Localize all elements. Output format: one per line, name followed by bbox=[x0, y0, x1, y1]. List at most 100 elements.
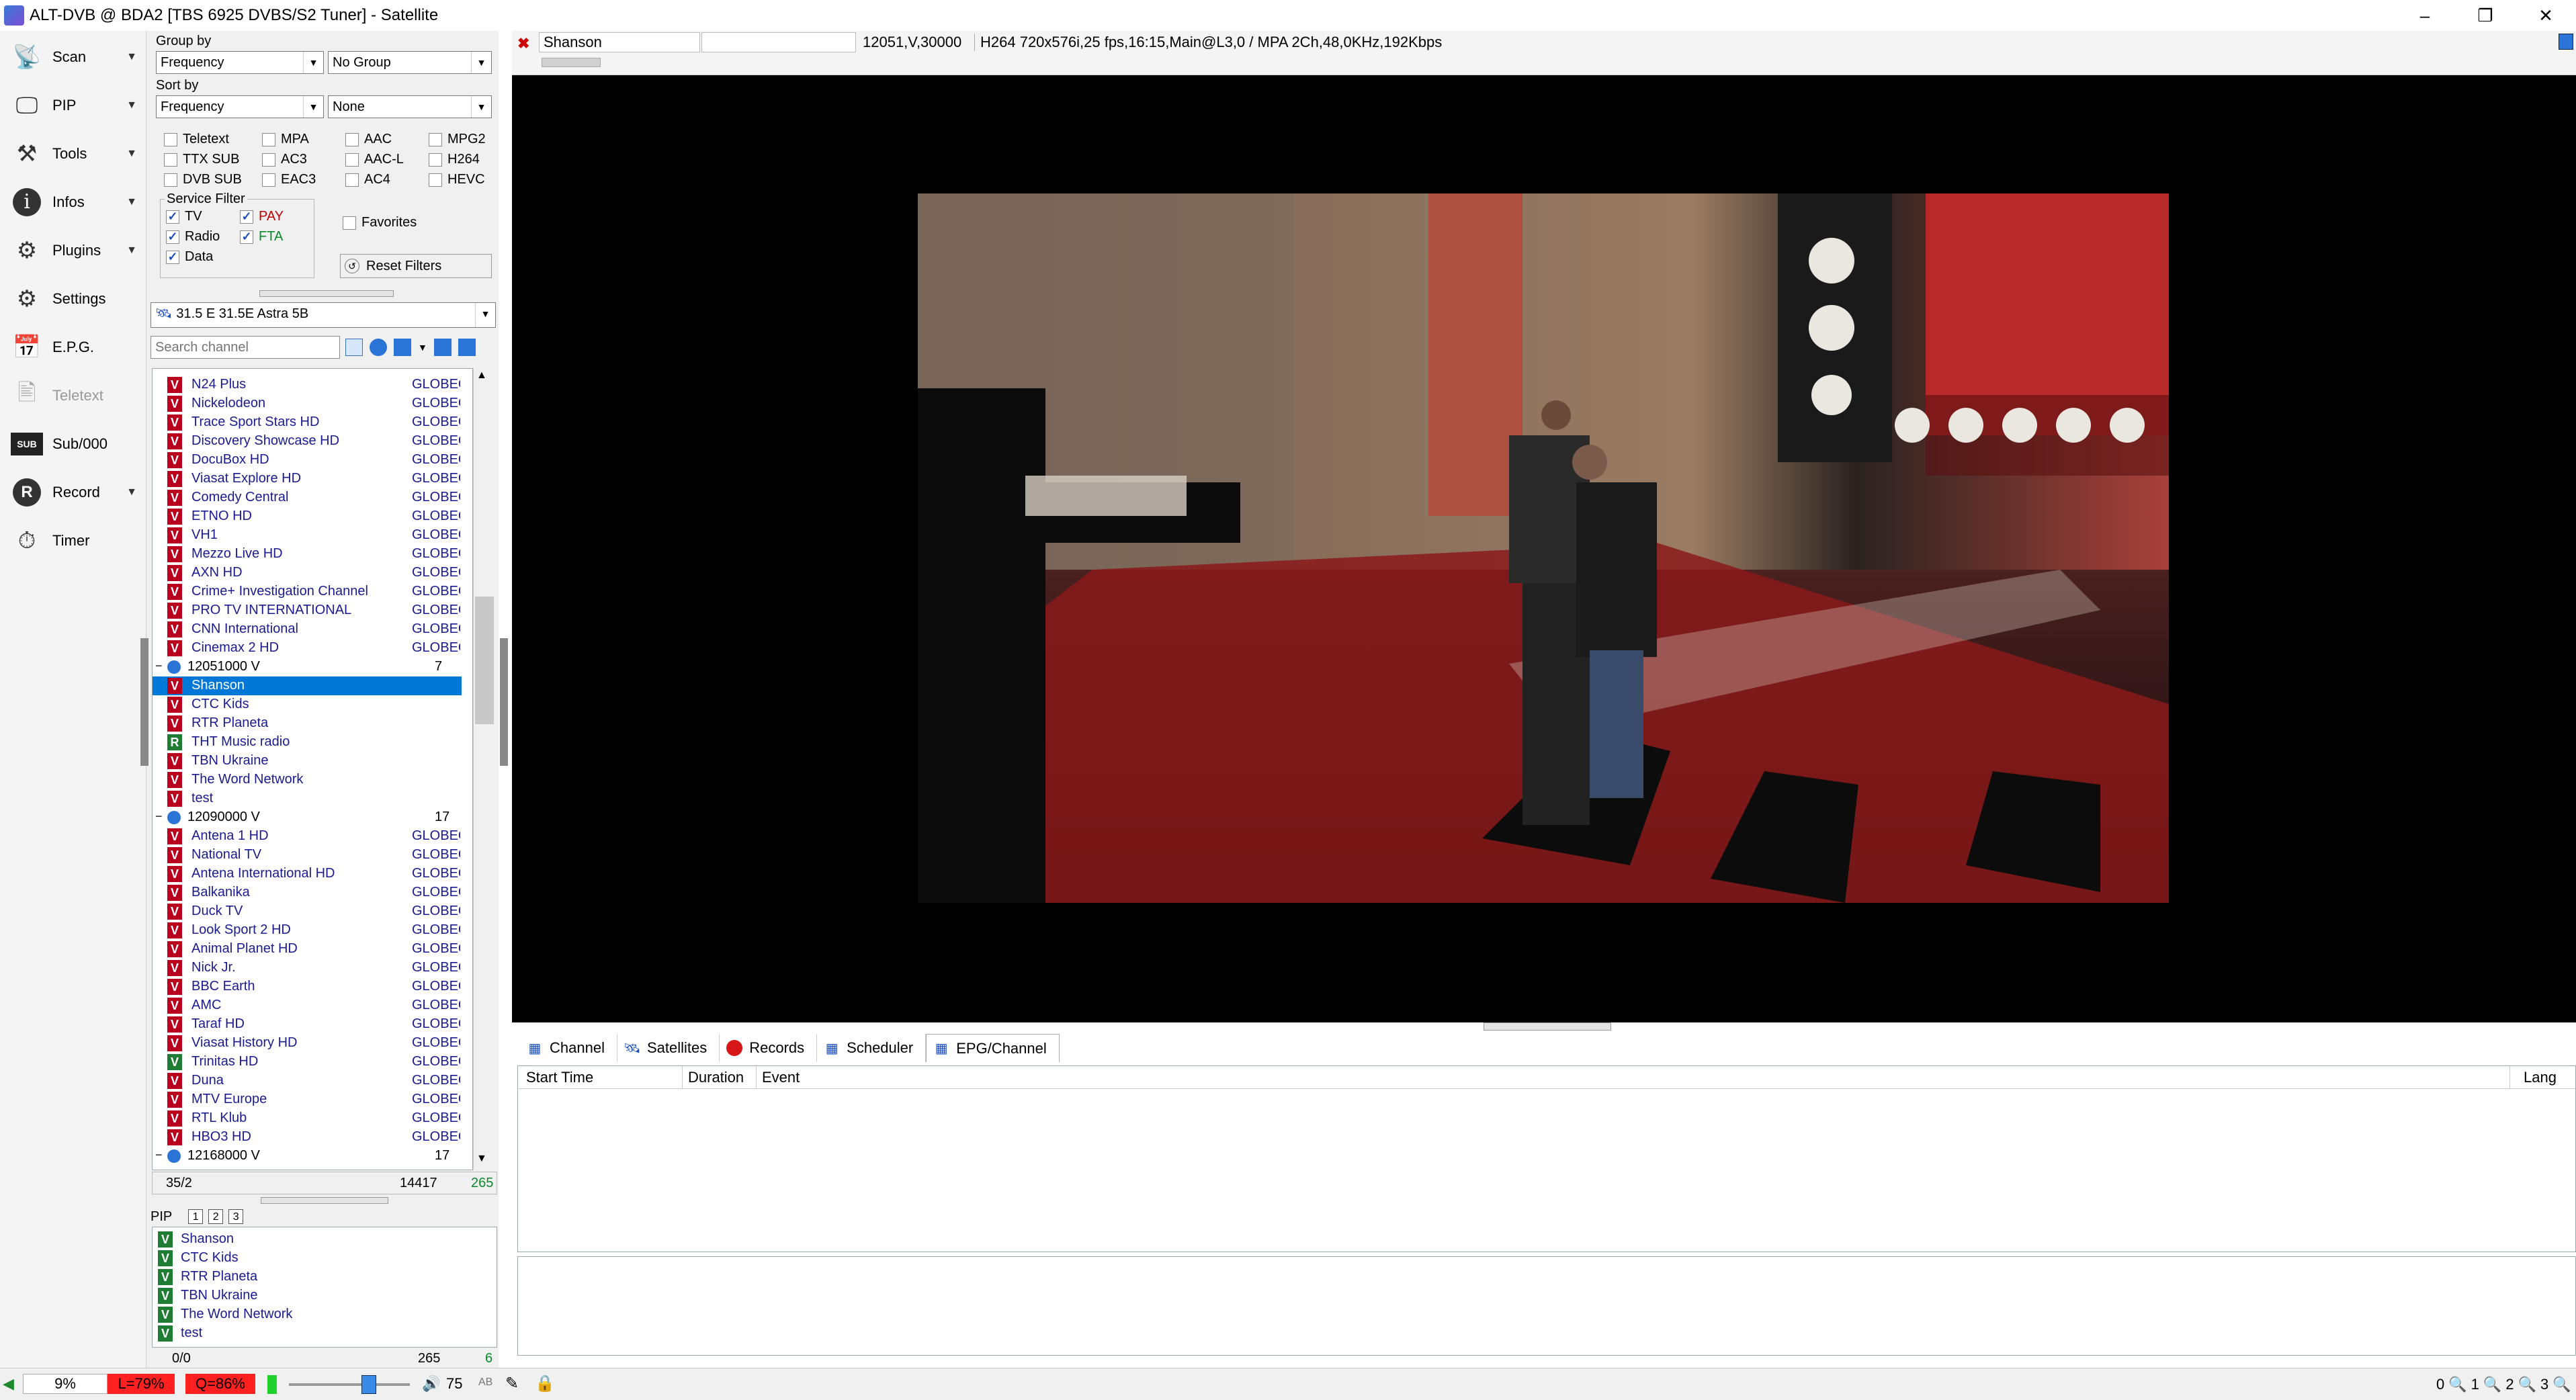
move-up-icon[interactable] bbox=[458, 339, 476, 356]
channel-row[interactable]: V CTC Kids bbox=[153, 695, 462, 714]
ac4-checkbox[interactable]: AC4 bbox=[345, 172, 390, 187]
channel-row[interactable]: V Shanson bbox=[153, 676, 462, 695]
search-input[interactable] bbox=[151, 336, 340, 359]
epg-button[interactable]: 📅 E.P.G. bbox=[0, 325, 146, 369]
globe-icon[interactable] bbox=[370, 339, 387, 356]
channel-row[interactable]: V Look Sport 2 HD GLOBECA bbox=[153, 921, 462, 940]
list-view-icon[interactable] bbox=[345, 339, 363, 356]
mpa-checkbox[interactable]: MPA bbox=[262, 132, 309, 147]
pip-channel-row[interactable]: V CTC Kids bbox=[153, 1249, 462, 1268]
scroll-up-icon[interactable]: ▲ bbox=[476, 369, 487, 382]
channel-row[interactable]: V BBC Earth GLOBECA bbox=[153, 977, 462, 996]
ac3-checkbox[interactable]: AC3 bbox=[262, 152, 307, 167]
channel-list[interactable]: V N24 Plus GLOBECA V Nickelodeon GLOBECA V Trac… bbox=[152, 368, 473, 1170]
zoom-icon[interactable]: 🔍 bbox=[2483, 1376, 2501, 1393]
channel-row[interactable]: V VH1 GLOBECA bbox=[153, 526, 462, 545]
zoom-icon[interactable]: 🔍 bbox=[2448, 1376, 2466, 1393]
sort-by-select[interactable]: Frequency ▼ bbox=[156, 95, 324, 118]
record-button[interactable]: R Record ▼ bbox=[0, 470, 146, 515]
col-start-time[interactable]: Start Time bbox=[526, 1069, 593, 1086]
subtitle-button[interactable]: SUB Sub/000 bbox=[0, 422, 146, 466]
scroll-thumb[interactable] bbox=[475, 597, 494, 724]
chevron-down-icon[interactable]: ▼ bbox=[126, 99, 137, 112]
channel-row[interactable]: V TBN Ukraine bbox=[153, 752, 462, 771]
channel-row[interactable]: V Comedy Central GLOBECA bbox=[153, 488, 462, 507]
channel-row[interactable]: V MTV Europe GLOBECA bbox=[153, 1090, 462, 1109]
settings-button[interactable]: ⚙ Settings bbox=[0, 277, 146, 321]
col-event[interactable]: Event bbox=[756, 1066, 800, 1089]
channel-row[interactable]: V Cinemax 2 HD GLOBECA bbox=[153, 639, 462, 658]
channel-row[interactable]: V DocuBox HD GLOBECA bbox=[153, 451, 462, 470]
zoom-0-button[interactable]: 0 bbox=[2436, 1376, 2444, 1393]
data-checkbox[interactable]: ✓ Data bbox=[166, 249, 213, 265]
channel-row[interactable]: V National TV GLOBECA bbox=[153, 846, 462, 865]
minimize-button[interactable]: – bbox=[2395, 0, 2455, 31]
chevron-down-icon[interactable]: ▼ bbox=[418, 339, 427, 356]
collapse-icon[interactable]: − bbox=[155, 659, 163, 673]
plugins-button[interactable]: ⚙ Plugins ▼ bbox=[0, 228, 146, 273]
channel-row[interactable]: V AMC GLOBECA bbox=[153, 996, 462, 1015]
fta-checkbox[interactable]: ✓ FTA bbox=[240, 229, 283, 245]
close-button[interactable]: ✕ bbox=[2516, 0, 2576, 31]
scroll-down-icon[interactable]: ▼ bbox=[476, 1153, 487, 1165]
zoom-3-button[interactable]: 3 bbox=[2540, 1376, 2548, 1393]
col-lang[interactable]: Lang bbox=[2509, 1066, 2557, 1089]
channel-row[interactable]: V Antena 1 HD GLOBECA bbox=[153, 827, 462, 846]
pip-list[interactable]: V Shanson V CTC Kids V RTR Planeta V TBN Ukrain… bbox=[152, 1227, 497, 1348]
channel-row[interactable]: V Viasat History HD GLOBECA bbox=[153, 1034, 462, 1053]
tab-satellites[interactable]: 🛰 Satellites bbox=[617, 1034, 720, 1062]
satellite-select[interactable]: 🛰 31.5 E 31.5E Astra 5B ▼ bbox=[151, 302, 496, 328]
channel-row[interactable]: V Taraf HD GLOBECA bbox=[153, 1015, 462, 1034]
maximize-button[interactable]: ❐ bbox=[2455, 0, 2516, 31]
splitter-handle[interactable] bbox=[259, 290, 394, 297]
infos-button[interactable]: i Infos ▼ bbox=[0, 180, 146, 224]
aac-l-checkbox[interactable]: AAC-L bbox=[345, 152, 404, 167]
pay-checkbox[interactable]: ✓ PAY bbox=[240, 209, 284, 224]
channel-row[interactable]: V The Word Network bbox=[153, 771, 462, 789]
volume-slider-thumb[interactable] bbox=[361, 1375, 376, 1394]
dvb-sub-checkbox[interactable]: DVB SUB bbox=[164, 172, 242, 187]
panel-collapse-left-handle[interactable] bbox=[140, 638, 148, 766]
channel-row[interactable]: V PRO TV INTERNATIONAL GLOBECA bbox=[153, 601, 462, 620]
splitter-handle[interactable] bbox=[261, 1197, 388, 1204]
pip-channel-row[interactable]: V RTR Planeta bbox=[153, 1268, 462, 1286]
channel-row[interactable]: V Nick Jr. GLOBECA bbox=[153, 959, 462, 977]
channel-row[interactable]: V N24 Plus GLOBECA bbox=[153, 376, 462, 394]
zoom-2-button[interactable]: 2 bbox=[2505, 1376, 2514, 1393]
chevron-down-icon[interactable]: ▼ bbox=[126, 486, 137, 498]
epg-description[interactable] bbox=[517, 1256, 2576, 1356]
channel-list-scrollbar[interactable]: ▲ ▼ bbox=[473, 368, 497, 1170]
pip-channel-row[interactable]: V TBN Ukraine bbox=[153, 1286, 462, 1305]
move-down-icon[interactable] bbox=[434, 339, 452, 356]
radio-checkbox[interactable]: ✓ Radio bbox=[166, 229, 220, 245]
lock-icon[interactable]: 🔒 bbox=[535, 1374, 555, 1393]
pen-icon[interactable]: ✎ bbox=[505, 1374, 519, 1393]
tools-button[interactable]: ⚒ Tools ▼ bbox=[0, 132, 146, 176]
aac-checkbox[interactable]: AAC bbox=[345, 132, 392, 147]
transponder-row[interactable]: − 12168000 V 17 bbox=[153, 1147, 462, 1166]
channel-row[interactable]: Vtest bbox=[153, 789, 462, 808]
pip-channel-row[interactable]: Vtest bbox=[153, 1324, 462, 1343]
channel-row[interactable]: V ETNO HD GLOBECA bbox=[153, 507, 462, 526]
favorites-checkbox[interactable]: Favorites bbox=[343, 215, 417, 230]
channel-row[interactable]: V Nickelodeon GLOBECA bbox=[153, 394, 462, 413]
epg-table[interactable]: Start Time Duration Event Lang bbox=[517, 1065, 2576, 1252]
channel-row[interactable]: V Trace Sport Stars HD GLOBECA bbox=[153, 413, 462, 432]
pip-channel-row[interactable]: V The Word Network bbox=[153, 1305, 462, 1324]
volume-track[interactable] bbox=[289, 1383, 410, 1386]
video-frame[interactable] bbox=[918, 193, 2169, 903]
channel-row[interactable]: V Duna GLOBECA bbox=[153, 1071, 462, 1090]
teletext-button[interactable]: 🖹 Teletext bbox=[0, 374, 146, 418]
close-channel-icon[interactable]: ✖ bbox=[517, 35, 529, 52]
sort-icon[interactable] bbox=[394, 339, 411, 356]
group-by-select[interactable]: Frequency ▼ bbox=[156, 51, 324, 74]
channel-row[interactable]: V Viasat Explore HD GLOBECA bbox=[153, 470, 462, 488]
collapse-icon[interactable]: − bbox=[155, 810, 163, 824]
channel-row[interactable]: V Balkanika GLOBECA bbox=[153, 883, 462, 902]
channel-row[interactable]: V RTL Klub GLOBECA bbox=[153, 1109, 462, 1128]
chevron-down-icon[interactable]: ▼ bbox=[126, 51, 137, 63]
col-duration[interactable]: Duration bbox=[682, 1066, 744, 1089]
tab-records[interactable]: Records bbox=[720, 1034, 818, 1062]
channel-row[interactable]: V Mezzo Live HD GLOBECA bbox=[153, 545, 462, 564]
scan-button[interactable]: 📡 Scan ▼ bbox=[0, 35, 146, 79]
